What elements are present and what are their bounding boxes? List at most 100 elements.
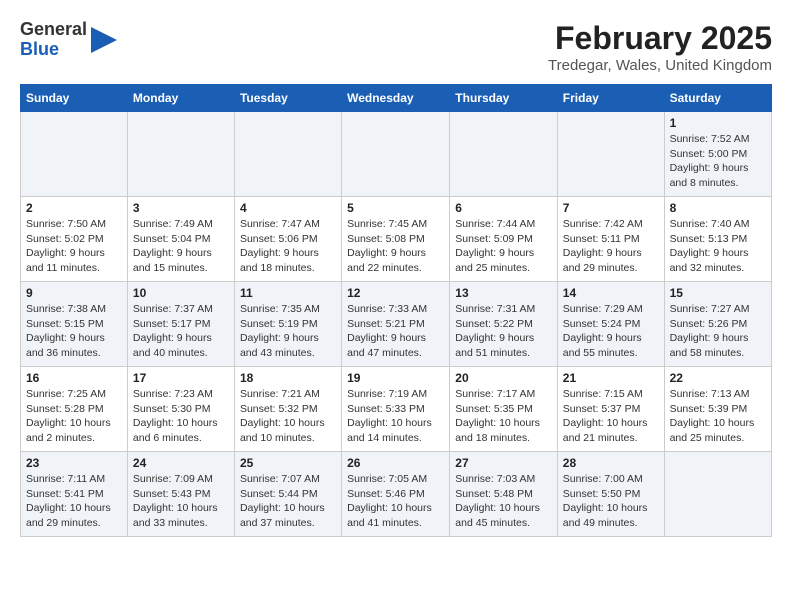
day-number: 19 [347,371,444,385]
day-number: 17 [133,371,229,385]
calendar-cell: 9 Sunrise: 7:38 AM Sunset: 5:15 PM Daylig… [21,282,128,367]
week-row-4: 16 Sunrise: 7:25 AM Sunset: 5:28 PM Dayli… [21,367,772,452]
logo-blue: Blue [20,39,59,59]
calendar-cell [342,112,450,197]
day-number: 28 [563,456,659,470]
day-number: 14 [563,286,659,300]
week-row-3: 9 Sunrise: 7:38 AM Sunset: 5:15 PM Daylig… [21,282,772,367]
day-info: Sunrise: 7:23 AM Sunset: 5:30 PM Dayligh… [133,387,229,446]
day-number: 23 [26,456,122,470]
week-row-1: 1 Sunrise: 7:52 AM Sunset: 5:00 PM Daylig… [21,112,772,197]
calendar-cell [557,112,664,197]
day-number: 27 [455,456,552,470]
logo: General Blue [20,20,119,60]
logo-icon [89,25,119,55]
calendar-cell: 12 Sunrise: 7:33 AM Sunset: 5:21 PM Dayli… [342,282,450,367]
day-info: Sunrise: 7:15 AM Sunset: 5:37 PM Dayligh… [563,387,659,446]
week-row-5: 23 Sunrise: 7:11 AM Sunset: 5:41 PM Dayli… [21,452,772,537]
calendar-cell: 26 Sunrise: 7:05 AM Sunset: 5:46 PM Dayli… [342,452,450,537]
weekday-header-friday: Friday [557,85,664,112]
day-info: Sunrise: 7:11 AM Sunset: 5:41 PM Dayligh… [26,472,122,531]
day-info: Sunrise: 7:21 AM Sunset: 5:32 PM Dayligh… [240,387,336,446]
calendar-cell: 28 Sunrise: 7:00 AM Sunset: 5:50 PM Dayli… [557,452,664,537]
weekday-header-tuesday: Tuesday [234,85,341,112]
day-number: 6 [455,201,552,215]
calendar-cell [234,112,341,197]
day-info: Sunrise: 7:27 AM Sunset: 5:26 PM Dayligh… [670,302,766,361]
day-info: Sunrise: 7:47 AM Sunset: 5:06 PM Dayligh… [240,217,336,276]
day-number: 7 [563,201,659,215]
calendar-cell [664,452,771,537]
calendar-cell: 3 Sunrise: 7:49 AM Sunset: 5:04 PM Daylig… [127,197,234,282]
day-number: 26 [347,456,444,470]
calendar-cell: 8 Sunrise: 7:40 AM Sunset: 5:13 PM Daylig… [664,197,771,282]
calendar-cell: 11Sunrise: 7:35 AM Sunset: 5:19 PM Dayli… [234,282,341,367]
day-info: Sunrise: 7:05 AM Sunset: 5:46 PM Dayligh… [347,472,444,531]
month-year: February 2025 [548,20,772,57]
calendar-cell: 13 Sunrise: 7:31 AM Sunset: 5:22 PM Dayli… [450,282,558,367]
day-info: Sunrise: 7:40 AM Sunset: 5:13 PM Dayligh… [670,217,766,276]
day-info: Sunrise: 7:00 AM Sunset: 5:50 PM Dayligh… [563,472,659,531]
day-number: 9 [26,286,122,300]
day-info: Sunrise: 7:03 AM Sunset: 5:48 PM Dayligh… [455,472,552,531]
logo-general: General [20,19,87,39]
calendar-cell: 25 Sunrise: 7:07 AM Sunset: 5:44 PM Dayli… [234,452,341,537]
weekday-header-saturday: Saturday [664,85,771,112]
day-info: Sunrise: 7:50 AM Sunset: 5:02 PM Dayligh… [26,217,122,276]
calendar-cell: 21 Sunrise: 7:15 AM Sunset: 5:37 PM Dayli… [557,367,664,452]
calendar-cell: 10 Sunrise: 7:37 AM Sunset: 5:17 PM Dayli… [127,282,234,367]
day-info: Sunrise: 7:19 AM Sunset: 5:33 PM Dayligh… [347,387,444,446]
day-info: Sunrise: 7:38 AM Sunset: 5:15 PM Dayligh… [26,302,122,361]
day-info: Sunrise: 7:49 AM Sunset: 5:04 PM Dayligh… [133,217,229,276]
day-info: Sunrise: 7:37 AM Sunset: 5:17 PM Dayligh… [133,302,229,361]
day-info: Sunrise: 7:13 AM Sunset: 5:39 PM Dayligh… [670,387,766,446]
calendar-cell [127,112,234,197]
weekday-header-thursday: Thursday [450,85,558,112]
day-number: 8 [670,201,766,215]
day-info: Sunrise: 7:09 AM Sunset: 5:43 PM Dayligh… [133,472,229,531]
day-number: 10 [133,286,229,300]
day-number: 3 [133,201,229,215]
day-info: Sunrise: 7:42 AM Sunset: 5:11 PM Dayligh… [563,217,659,276]
calendar-cell [21,112,128,197]
day-info: Sunrise: 7:44 AM Sunset: 5:09 PM Dayligh… [455,217,552,276]
weekday-header-sunday: Sunday [21,85,128,112]
calendar-cell: 18 Sunrise: 7:21 AM Sunset: 5:32 PM Dayli… [234,367,341,452]
day-number: 5 [347,201,444,215]
day-number: 21 [563,371,659,385]
day-info: Sunrise: 7:07 AM Sunset: 5:44 PM Dayligh… [240,472,336,531]
calendar-cell: 7 Sunrise: 7:42 AM Sunset: 5:11 PM Daylig… [557,197,664,282]
week-row-2: 2Sunrise: 7:50 AM Sunset: 5:02 PM Daylig… [21,197,772,282]
calendar-cell: 2Sunrise: 7:50 AM Sunset: 5:02 PM Daylig… [21,197,128,282]
header: General Blue February 2025 Tredegar, Wal… [20,20,772,74]
day-number: 1 [670,116,766,130]
day-info: Sunrise: 7:45 AM Sunset: 5:08 PM Dayligh… [347,217,444,276]
calendar-cell: 14Sunrise: 7:29 AM Sunset: 5:24 PM Dayli… [557,282,664,367]
day-number: 13 [455,286,552,300]
day-number: 15 [670,286,766,300]
calendar: SundayMondayTuesdayWednesdayThursdayFrid… [20,84,772,537]
calendar-cell: 24 Sunrise: 7:09 AM Sunset: 5:43 PM Dayli… [127,452,234,537]
day-number: 24 [133,456,229,470]
day-info: Sunrise: 7:31 AM Sunset: 5:22 PM Dayligh… [455,302,552,361]
weekday-header-row: SundayMondayTuesdayWednesdayThursdayFrid… [21,85,772,112]
day-number: 4 [240,201,336,215]
day-number: 16 [26,371,122,385]
day-info: Sunrise: 7:33 AM Sunset: 5:21 PM Dayligh… [347,302,444,361]
day-info: Sunrise: 7:25 AM Sunset: 5:28 PM Dayligh… [26,387,122,446]
day-number: 20 [455,371,552,385]
location: Tredegar, Wales, United Kingdom [548,57,772,74]
day-info: Sunrise: 7:52 AM Sunset: 5:00 PM Dayligh… [670,132,766,191]
day-number: 11 [240,286,336,300]
day-number: 12 [347,286,444,300]
day-number: 22 [670,371,766,385]
weekday-header-monday: Monday [127,85,234,112]
day-number: 25 [240,456,336,470]
calendar-cell: 6 Sunrise: 7:44 AM Sunset: 5:09 PM Daylig… [450,197,558,282]
calendar-cell: 16 Sunrise: 7:25 AM Sunset: 5:28 PM Dayli… [21,367,128,452]
calendar-cell: 19 Sunrise: 7:19 AM Sunset: 5:33 PM Dayli… [342,367,450,452]
calendar-cell: 22 Sunrise: 7:13 AM Sunset: 5:39 PM Dayli… [664,367,771,452]
day-number: 18 [240,371,336,385]
calendar-cell [450,112,558,197]
day-info: Sunrise: 7:17 AM Sunset: 5:35 PM Dayligh… [455,387,552,446]
